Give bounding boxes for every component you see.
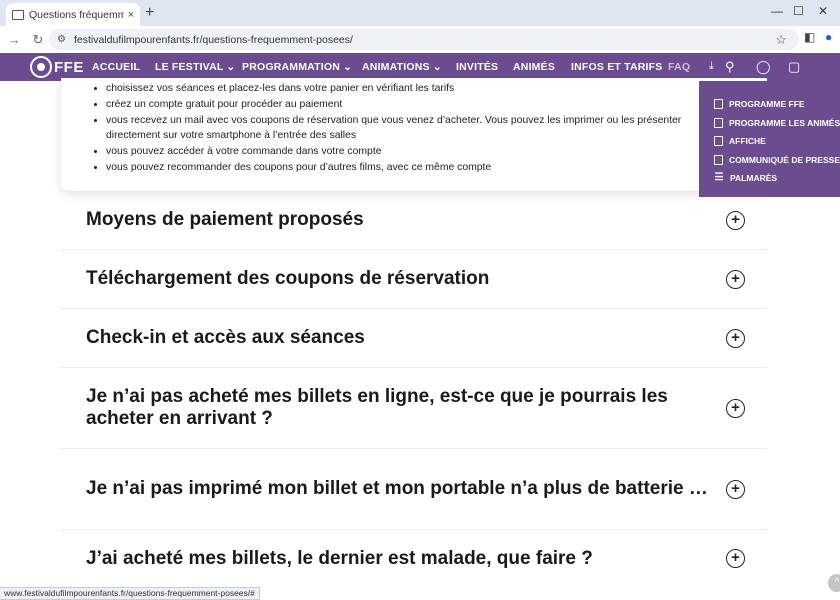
faq-question: Check-in et accès aux séances [86, 327, 365, 348]
faq-item-check-in[interactable]: Check-in et accès aux séances + [61, 309, 767, 368]
nav-infos-et-tarifs[interactable]: INFOS ET TARIFS [571, 61, 662, 73]
cart-icon[interactable]: ▢ [788, 59, 800, 75]
list-item: créez un compte gratuit pour procéder au… [106, 97, 767, 113]
faq-question: Moyens de paiement proposés [86, 209, 364, 230]
list-item: vous pouvez accéder à votre commande dan… [106, 144, 767, 160]
faq-item-paiement[interactable]: Moyens de paiement proposés + [61, 191, 767, 250]
expand-plus-icon[interactable]: + [726, 328, 745, 348]
site-logo[interactable]: FFE [30, 56, 84, 78]
browser-tab[interactable]: Questions fréquemment posé × [6, 3, 140, 26]
account-icon[interactable]: ◯ [756, 59, 771, 75]
faq-answer-list: choisissez vos séances et placez-les dan… [61, 78, 767, 176]
download-label: PROGRAMME LES ANIMÉS [729, 117, 840, 128]
search-icon[interactable]: ⚲ [725, 59, 735, 75]
download-programme-ffe[interactable]: PROGRAMME FFE [699, 95, 840, 114]
profile-icon[interactable]: ● [825, 30, 832, 44]
download-label: COMMUNIQUÉ DE PRESSE [729, 154, 840, 165]
address-bar[interactable]: ⚙ festivaldufilmpourenfants.fr/questions… [49, 29, 799, 50]
downloads-dropdown: PROGRAMME FFE PROGRAMME LES ANIMÉS AFFIC… [699, 81, 840, 197]
forward-icon[interactable]: → [6, 32, 22, 47]
download-communique-de-presse[interactable]: COMMUNIQUÉ DE PRESSE [699, 151, 840, 170]
list-item: vous pouvez recommander des coupons pour… [106, 160, 767, 176]
pdf-icon [714, 117, 723, 128]
nav-faq[interactable]: FAQ [668, 61, 690, 73]
faq-question: J’ai acheté mes billets, le dernier est … [86, 547, 593, 569]
document-icon [714, 154, 723, 165]
list-item: vous recevez un mail avec vos coupons de… [106, 113, 767, 145]
site-info-icon[interactable]: ⚙ [57, 34, 66, 45]
faq-question: Je n’ai pas imprimé mon billet et mon po… [86, 478, 708, 499]
download-label: AFFICHE [729, 136, 766, 147]
expand-plus-icon[interactable]: + [726, 210, 745, 230]
download-icon[interactable]: ⤓ [709, 60, 714, 73]
faq-item-achat-sur-place[interactable]: Je n’ai pas acheté mes billets en ligne,… [61, 368, 767, 449]
film-reel-icon [30, 56, 52, 78]
side-panel-icon[interactable]: ◧ [804, 30, 815, 44]
browser-tab-bar: Questions fréquemment posé × + — ☐ ✕ [0, 0, 840, 26]
logo-text: FFE [54, 58, 84, 76]
expand-plus-icon[interactable]: + [726, 269, 745, 289]
faq-item-telechargement[interactable]: Téléchargement des coupons de réservatio… [61, 250, 767, 309]
nav-programmation[interactable]: PROGRAMMATION ⌄ [242, 61, 352, 73]
reload-icon[interactable]: ↻ [30, 32, 46, 48]
pdf-icon [714, 99, 723, 110]
faq-answer-card: choisissez vos séances et placez-les dan… [61, 78, 767, 191]
browser-toolbar: → ↻ ⚙ festivaldufilmpourenfants.fr/quest… [0, 26, 840, 53]
browser-tab-title: Questions fréquemment posé [29, 8, 124, 21]
faq-item-billet-non-imprime[interactable]: Je n’ai pas imprimé mon billet et mon po… [61, 449, 767, 530]
download-affiche[interactable]: AFFICHE [699, 132, 840, 151]
faq-item-malade[interactable]: J’ai acheté mes billets, le dernier est … [61, 530, 767, 587]
download-palmares[interactable]: ☰ PALMARÈS [699, 169, 840, 188]
download-label: PALMARÈS [730, 173, 778, 184]
nav-accueil[interactable]: ACCUEIL [92, 61, 140, 73]
nav-animes[interactable]: ANIMÉS [513, 61, 555, 73]
nav-animations[interactable]: ANIMATIONS ⌄ [362, 61, 442, 73]
list-icon: ☰ [714, 172, 724, 184]
download-programme-les-animes[interactable]: PROGRAMME LES ANIMÉS [699, 114, 840, 133]
expand-plus-icon[interactable]: + [726, 398, 745, 418]
nav-le-festival[interactable]: LE FESTIVAL ⌄ [155, 61, 235, 73]
download-label: PROGRAMME FFE [729, 99, 805, 110]
pdf-icon [714, 136, 723, 147]
list-item: choisissez vos séances et placez-les dan… [106, 81, 767, 97]
new-tab-icon[interactable]: + [145, 4, 154, 22]
browser-status-bar: www.festivaldufilmpourenfants.fr/questio… [0, 587, 260, 600]
page-favicon-icon [12, 9, 24, 20]
faq-question: Je n’ai pas acheté mes billets en ligne,… [86, 386, 668, 429]
close-window-icon[interactable]: ✕ [818, 4, 828, 18]
expand-plus-icon[interactable]: + [726, 479, 745, 499]
expand-plus-icon[interactable]: + [726, 549, 745, 568]
faq-question: Téléchargement des coupons de réservatio… [86, 268, 490, 289]
scroll-to-top-icon[interactable]: ^ [828, 574, 840, 592]
address-url: festivaldufilmpourenfants.fr/questions-f… [73, 33, 353, 46]
minimize-icon[interactable]: — [771, 4, 783, 18]
bookmark-star-icon[interactable]: ☆ [775, 32, 787, 48]
close-tab-icon[interactable]: × [128, 9, 134, 21]
maximize-icon[interactable]: ☐ [793, 4, 804, 18]
nav-invites[interactable]: INVITÉS [456, 61, 498, 73]
site-navbar: FFE ACCUEIL LE FESTIVAL ⌄ PROGRAMMATION … [0, 53, 840, 81]
